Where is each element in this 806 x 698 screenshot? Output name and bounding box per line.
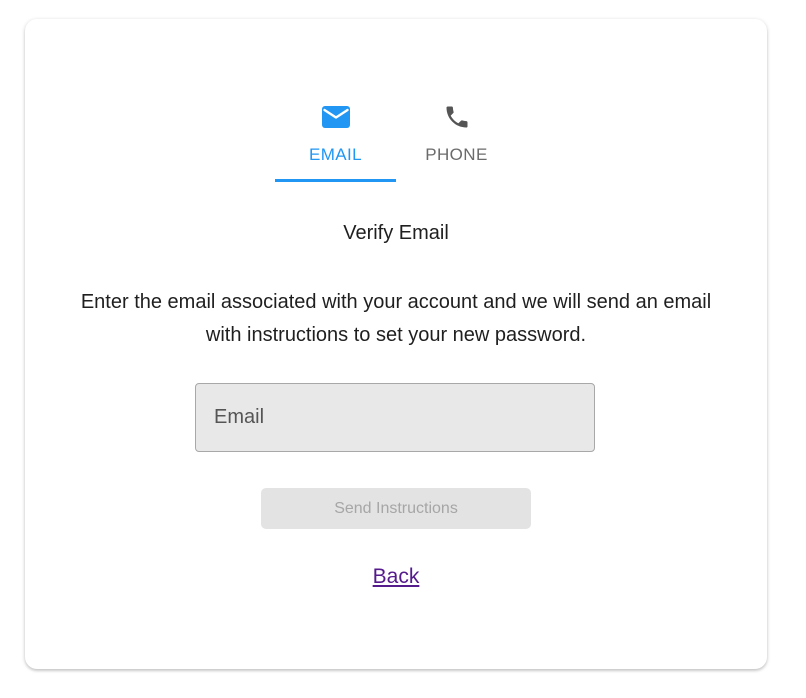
tab-phone[interactable]: PHONE <box>396 97 517 181</box>
send-instructions-button[interactable]: Send Instructions <box>261 488 531 529</box>
verification-method-tabs: EMAIL PHONE <box>275 97 517 182</box>
tab-phone-label: PHONE <box>425 145 488 164</box>
back-link[interactable]: Back <box>373 565 420 588</box>
instructions-text: Enter the email associated with your acc… <box>80 291 712 346</box>
email-field[interactable] <box>195 383 595 452</box>
back-link-container: Back <box>25 565 767 589</box>
verify-card: EMAIL PHONE Verify Email Enter the email… <box>25 19 767 669</box>
phone-icon <box>396 103 517 131</box>
mail-icon <box>275 103 396 131</box>
tab-selected-indicator <box>275 179 396 182</box>
page-title: Verify Email <box>343 222 449 244</box>
tab-email[interactable]: EMAIL <box>275 97 396 182</box>
tab-email-label: EMAIL <box>308 145 363 164</box>
